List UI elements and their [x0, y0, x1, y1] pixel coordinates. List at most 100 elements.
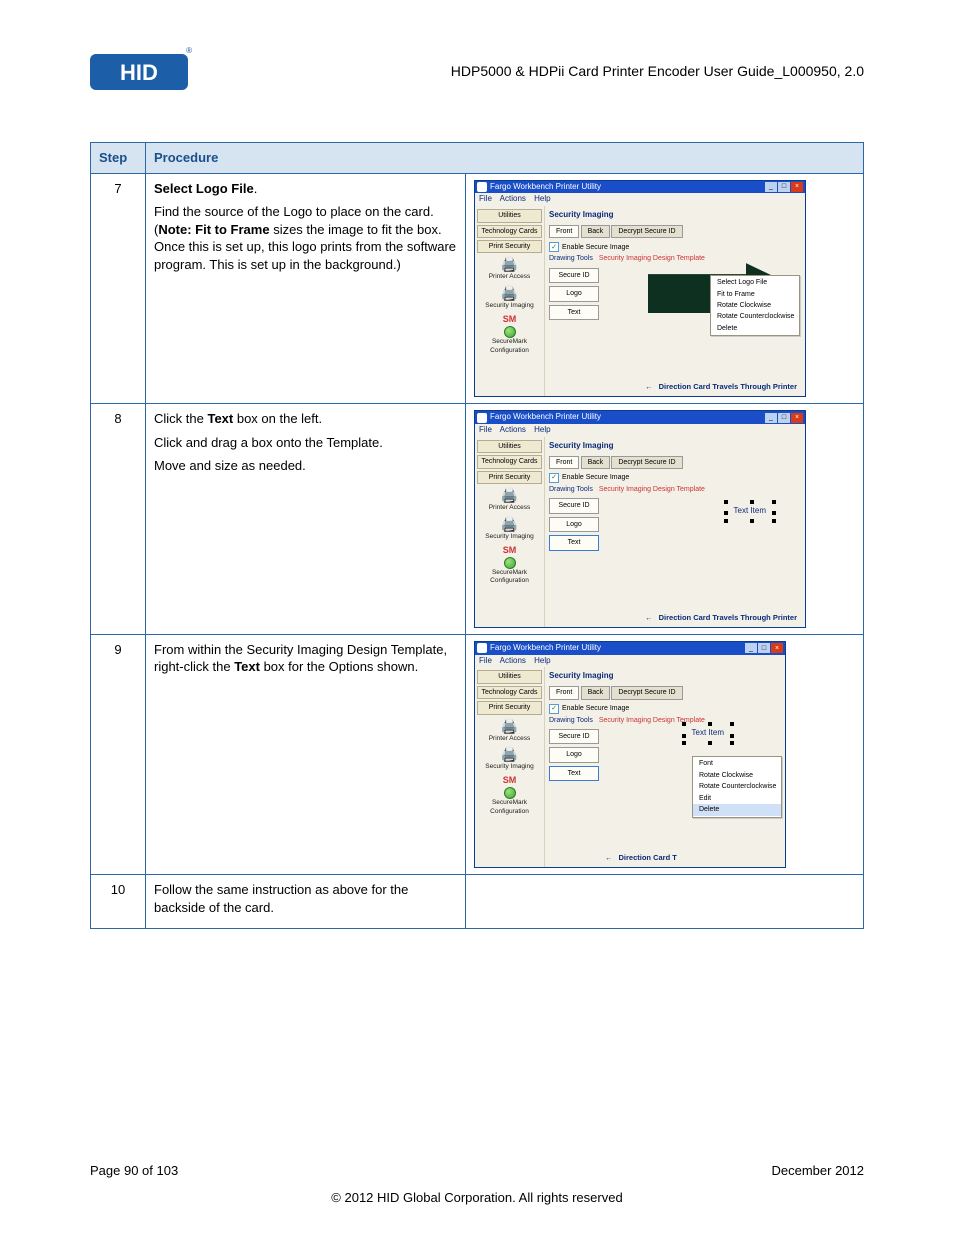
- text-item-box[interactable]: Text Item: [684, 724, 732, 743]
- sidebar-item-tech-cards[interactable]: Technology Cards: [477, 455, 542, 468]
- screenshot-cell: Fargo Workbench Printer Utility _ □ × Fi…: [466, 404, 864, 635]
- sidebar-item-utilities[interactable]: Utilities: [477, 209, 542, 222]
- menu-file[interactable]: File: [479, 656, 492, 665]
- sidebar-item-print-security[interactable]: Print Security: [477, 240, 542, 253]
- page-header: HID ® HDP5000 & HDPii Card Printer Encod…: [90, 50, 864, 92]
- col-header-procedure: Procedure: [146, 143, 864, 174]
- maximize-button[interactable]: □: [778, 413, 790, 423]
- secure-id-button[interactable]: Secure ID: [549, 498, 599, 513]
- text-button[interactable]: Text: [549, 535, 599, 550]
- printer-icon: 🖨️: [477, 488, 542, 502]
- table-row: 10 Follow the same instruction as above …: [91, 875, 864, 929]
- printer-icon: 🖨️: [477, 286, 542, 300]
- app-icon: [477, 643, 487, 653]
- app-icon: [477, 413, 487, 423]
- ctx-item-fit-to-frame[interactable]: Fit to Frame: [711, 289, 799, 300]
- design-canvas[interactable]: Text Item: [615, 715, 779, 845]
- ctx-item-font[interactable]: Font: [693, 758, 781, 769]
- sm-icon: SM: [477, 546, 542, 555]
- minimize-button[interactable]: _: [765, 182, 777, 192]
- text-button[interactable]: Text: [549, 766, 599, 781]
- ctx-item-rotate-ccw[interactable]: Rotate Counterclockwise: [711, 311, 799, 322]
- menu-file[interactable]: File: [479, 425, 492, 434]
- ctx-item-delete[interactable]: Delete: [693, 804, 781, 815]
- tab-decrypt[interactable]: Decrypt Secure ID: [611, 456, 682, 469]
- ctx-item-edit[interactable]: Edit: [693, 793, 781, 804]
- sidebar-label-securemark: SecureMark Configuration: [477, 799, 542, 817]
- maximize-button[interactable]: □: [778, 182, 790, 192]
- sm-icon: SM: [477, 315, 542, 324]
- sidebar-label-securemark: SecureMark Configuration: [477, 338, 542, 356]
- procedure-table: Step Procedure 7 Select Logo File. Find …: [90, 142, 864, 929]
- step-number: 9: [91, 634, 146, 875]
- menu-bar: File Actions Help: [475, 655, 785, 668]
- text-button[interactable]: Text: [549, 305, 599, 320]
- menu-actions[interactable]: Actions: [500, 194, 526, 203]
- table-row: 7 Select Logo File. Find the source of t…: [91, 173, 864, 404]
- app-window: Fargo Workbench Printer Utility _ □ × Fi…: [474, 410, 806, 628]
- menu-file[interactable]: File: [479, 194, 492, 203]
- logo-button[interactable]: Logo: [549, 747, 599, 762]
- maximize-button[interactable]: □: [758, 643, 770, 653]
- logo-button[interactable]: Logo: [549, 286, 599, 301]
- enable-checkbox[interactable]: ✓: [549, 473, 559, 483]
- sidebar-item-tech-cards[interactable]: Technology Cards: [477, 686, 542, 699]
- ctx-item-rotate-cw[interactable]: Rotate Clockwise: [711, 300, 799, 311]
- tab-front[interactable]: Front: [549, 456, 579, 469]
- tab-back[interactable]: Back: [581, 686, 611, 699]
- procedure-text: Select Logo File. Find the source of the…: [146, 173, 466, 404]
- ctx-item-rotate-ccw[interactable]: Rotate Counterclockwise: [693, 781, 781, 792]
- close-button[interactable]: ×: [791, 182, 803, 192]
- design-canvas[interactable]: Text Item: [615, 485, 799, 615]
- secure-id-button[interactable]: Secure ID: [549, 268, 599, 283]
- col-header-step: Step: [91, 143, 146, 174]
- panel-heading: Security Imaging: [549, 671, 781, 682]
- ctx-item-select-logo[interactable]: Select Logo File: [711, 277, 799, 288]
- sidebar-label-security-imaging: Security Imaging: [477, 533, 542, 542]
- sidebar-item-utilities[interactable]: Utilities: [477, 670, 542, 683]
- enable-checkbox[interactable]: ✓: [549, 242, 559, 252]
- step-number: 8: [91, 404, 146, 635]
- ctx-item-rotate-cw[interactable]: Rotate Clockwise: [693, 770, 781, 781]
- direction-label: Direction Card Travels Through Printer: [645, 382, 797, 392]
- panel-heading: Security Imaging: [549, 441, 801, 452]
- text-item-box[interactable]: Text Item: [726, 502, 774, 521]
- close-button[interactable]: ×: [791, 413, 803, 423]
- logo-button[interactable]: Logo: [549, 517, 599, 532]
- tab-decrypt[interactable]: Decrypt Secure ID: [611, 225, 682, 238]
- minimize-button[interactable]: _: [745, 643, 757, 653]
- sidebar-item-utilities[interactable]: Utilities: [477, 440, 542, 453]
- menu-help[interactable]: Help: [534, 425, 550, 434]
- context-menu: Font Rotate Clockwise Rotate Countercloc…: [692, 756, 782, 817]
- secure-id-button[interactable]: Secure ID: [549, 729, 599, 744]
- tab-decrypt[interactable]: Decrypt Secure ID: [611, 686, 682, 699]
- menu-bar: File Actions Help: [475, 193, 805, 206]
- sidebar-label-printer-access: Printer Access: [477, 504, 542, 513]
- menu-actions[interactable]: Actions: [500, 425, 526, 434]
- enable-checkbox[interactable]: ✓: [549, 704, 559, 714]
- sidebar-item-print-security[interactable]: Print Security: [477, 471, 542, 484]
- sidebar-item-tech-cards[interactable]: Technology Cards: [477, 225, 542, 238]
- sidebar-label-printer-access: Printer Access: [477, 273, 542, 282]
- panel-heading: Security Imaging: [549, 210, 801, 221]
- window-titlebar: Fargo Workbench Printer Utility _ □ ×: [475, 411, 805, 424]
- drawing-tools-label: Drawing Tools: [549, 716, 593, 725]
- ctx-item-delete[interactable]: Delete: [711, 323, 799, 334]
- minimize-button[interactable]: _: [765, 413, 777, 423]
- design-canvas[interactable]: Select Logo File Fit to Frame Rotate Clo…: [615, 254, 799, 384]
- menu-help[interactable]: Help: [534, 656, 550, 665]
- tab-front[interactable]: Front: [549, 225, 579, 238]
- menu-help[interactable]: Help: [534, 194, 550, 203]
- status-dot-icon: [504, 557, 516, 569]
- menu-actions[interactable]: Actions: [500, 656, 526, 665]
- sidebar-label-securemark: SecureMark Configuration: [477, 569, 542, 587]
- app-window: Fargo Workbench Printer Utility _ □ × Fi…: [474, 180, 806, 398]
- tab-back[interactable]: Back: [581, 225, 611, 238]
- sidebar-label-security-imaging: Security Imaging: [477, 302, 542, 311]
- sidebar-item-print-security[interactable]: Print Security: [477, 701, 542, 714]
- tab-back[interactable]: Back: [581, 456, 611, 469]
- close-button[interactable]: ×: [771, 643, 783, 653]
- tab-front[interactable]: Front: [549, 686, 579, 699]
- window-title: Fargo Workbench Printer Utility: [490, 412, 764, 423]
- drawing-tools-label: Drawing Tools: [549, 485, 593, 494]
